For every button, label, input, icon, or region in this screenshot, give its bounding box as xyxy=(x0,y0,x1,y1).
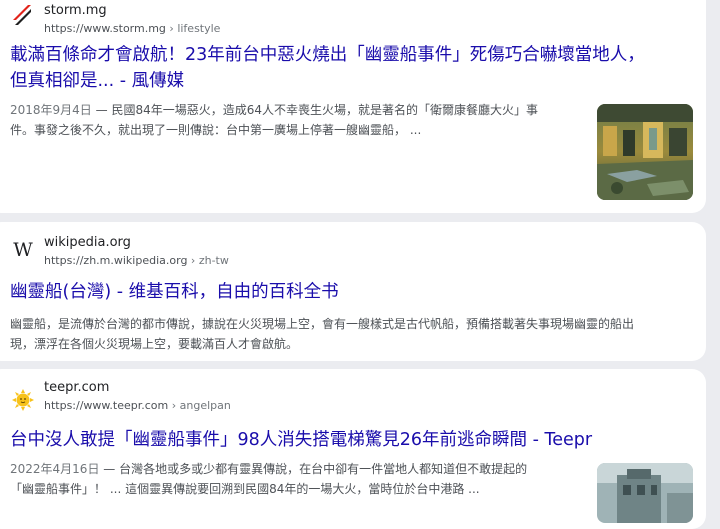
search-result-card: teepr.com https://www.teepr.com › angelp… xyxy=(0,369,706,529)
result-title-link[interactable]: 台中沒人敢提「幽靈船事件」98人消失搭電梯驚見26年前逃命瞬間 - Teepr xyxy=(10,427,592,453)
result-title-link[interactable]: 載滿百條命才會啟航！23年前台中惡火燒出「幽靈船事件」死傷巧合嚇壞當地人， 但真… xyxy=(10,42,645,94)
building-photo-thumbnail[interactable] xyxy=(597,463,693,523)
abandoned-building-thumbnail[interactable] xyxy=(597,104,693,200)
title-line: 載滿百條命才會啟航！23年前台中惡火燒出「幽靈船事件」死傷巧合嚇壞當地人， xyxy=(10,45,645,65)
result-date: 2022年4月16日 xyxy=(10,462,100,476)
site-url: https://www.teepr.com › angelpan xyxy=(44,399,231,412)
result-snippet: 幽靈船，是流傳於台灣的都市傳說，據說在火災現場上空，會有一艘樣式是古代帆船，預備… xyxy=(10,317,635,351)
storm-logo-icon xyxy=(13,5,31,25)
title-line: 但真相卻是... - 風傳媒 xyxy=(10,71,185,91)
search-result-card: W wikipedia.org https://zh.m.wikipedia.o… xyxy=(0,222,706,361)
site-name: storm.mg xyxy=(44,3,107,18)
site-name: teepr.com xyxy=(44,380,110,395)
site-url: https://www.storm.mg › lifestyle xyxy=(44,22,221,35)
result-snippet: 2018年9月4日 — 民國84年一場惡火，造成64人不幸喪生火場，就是著名的「… xyxy=(10,103,538,137)
wikipedia-logo-icon: W xyxy=(13,239,33,261)
result-snippet: 2022年4月16日 — 台灣各地或多或少都有靈異傳說，在台中卻有一件當地人都知… xyxy=(10,462,528,496)
url-breadcrumb: › lifestyle xyxy=(165,22,221,35)
result-date: 2018年9月4日 xyxy=(10,103,92,117)
url-breadcrumb: › zh-tw xyxy=(187,254,229,267)
site-name: wikipedia.org xyxy=(44,235,131,250)
result-title-link[interactable]: 幽靈船(台灣) - 维基百科，自由的百科全书 xyxy=(10,279,339,305)
search-result-card: storm.mg https://www.storm.mg › lifestyl… xyxy=(0,0,706,213)
title-line: 幽靈船(台灣) - 维基百科，自由的百科全书 xyxy=(10,282,339,302)
site-url: https://zh.m.wikipedia.org › zh-tw xyxy=(44,254,229,267)
url-breadcrumb: › angelpan xyxy=(168,399,231,412)
teepr-sun-logo-icon xyxy=(12,389,34,411)
title-line: 台中沒人敢提「幽靈船事件」98人消失搭電梯驚見26年前逃命瞬間 - Teepr xyxy=(10,430,593,450)
